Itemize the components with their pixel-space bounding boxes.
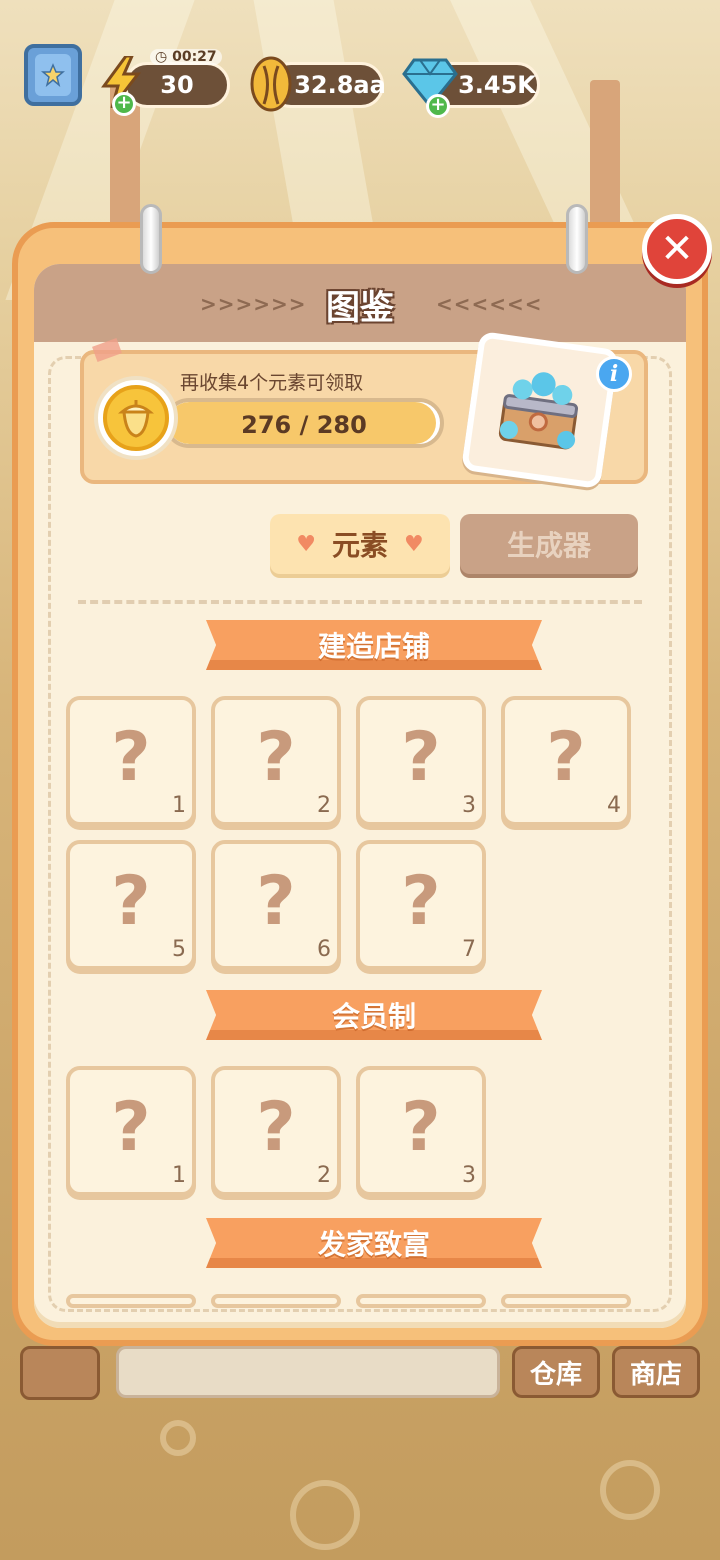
shop-label: 商店 bbox=[629, 1359, 682, 1390]
item-number: 7 bbox=[462, 937, 476, 962]
question-mark-icon: ? bbox=[401, 1088, 441, 1167]
locked-item-card[interactable]: ? 3 bbox=[356, 1066, 486, 1196]
item-number: 6 bbox=[317, 937, 331, 962]
locked-item-card[interactable]: ? 1 bbox=[66, 1066, 196, 1196]
question-mark-icon: ? bbox=[111, 862, 151, 941]
add-gems-button[interactable]: + bbox=[426, 94, 450, 118]
tab-elements-label: 元素 bbox=[331, 529, 388, 562]
shop-button[interactable]: 商店 bbox=[612, 1346, 700, 1398]
clock-icon: ◷ bbox=[155, 49, 173, 65]
category-ribbon: 发家致富 bbox=[206, 1218, 542, 1268]
category-ribbon: 建造店铺 bbox=[206, 620, 542, 670]
locked-item-card[interactable]: ? 2 bbox=[211, 1066, 341, 1196]
question-mark-icon: ? bbox=[546, 718, 586, 797]
bottom-input-slot[interactable] bbox=[116, 1346, 500, 1398]
locked-item-card[interactable] bbox=[211, 1294, 341, 1308]
panel-content: ♥ 元素 ♥ 生成器 建造店铺? 1? 2? 3? 4? 5? 6? 7 会员制? 1? 2? 3 发家… bbox=[28, 238, 692, 1338]
item-number: 1 bbox=[172, 793, 186, 818]
locked-item-card[interactable] bbox=[66, 1294, 196, 1308]
category-ribbon: 会员制 bbox=[206, 990, 542, 1040]
item-number: 5 bbox=[172, 937, 186, 962]
question-mark-icon: ? bbox=[256, 718, 296, 797]
divider bbox=[78, 600, 642, 604]
tab-elements[interactable]: ♥ 元素 ♥ bbox=[270, 514, 450, 574]
question-mark-icon: ? bbox=[111, 718, 151, 797]
locked-item-card[interactable]: ? 5 bbox=[66, 840, 196, 970]
item-number: 1 bbox=[172, 1163, 186, 1188]
heart-icon: ♥ bbox=[404, 531, 424, 557]
locked-item-card[interactable]: ? 6 bbox=[211, 840, 341, 970]
locked-item-card[interactable]: ? 2 bbox=[211, 696, 341, 826]
energy-value: 30 bbox=[160, 71, 194, 99]
question-mark-icon: ? bbox=[256, 862, 296, 941]
warehouse-button[interactable]: 仓库 bbox=[512, 1346, 600, 1398]
bottom-left-slot[interactable] bbox=[20, 1346, 100, 1400]
item-number: 2 bbox=[317, 1163, 331, 1188]
warehouse-label: 仓库 bbox=[529, 1359, 582, 1390]
item-number: 4 bbox=[607, 793, 621, 818]
item-number: 3 bbox=[462, 793, 476, 818]
item-number: 3 bbox=[462, 1163, 476, 1188]
heart-icon: ♥ bbox=[296, 531, 316, 557]
star-book-icon bbox=[35, 54, 71, 96]
question-mark-icon: ? bbox=[401, 718, 441, 797]
add-energy-button[interactable]: + bbox=[112, 92, 136, 116]
locked-item-card[interactable] bbox=[501, 1294, 631, 1308]
locked-item-card[interactable]: ? 1 bbox=[66, 696, 196, 826]
tab-generators-label: 生成器 bbox=[506, 529, 591, 562]
locked-item-card[interactable]: ? 7 bbox=[356, 840, 486, 970]
question-mark-icon: ? bbox=[256, 1088, 296, 1167]
collection-book-button[interactable] bbox=[24, 44, 82, 106]
seeds-value: 32.8aa bbox=[294, 71, 386, 99]
locked-item-card[interactable]: ? 4 bbox=[501, 696, 631, 826]
energy-timer: ◷ 00:27 bbox=[150, 49, 222, 65]
locked-item-card[interactable] bbox=[356, 1294, 486, 1308]
item-number: 2 bbox=[317, 793, 331, 818]
sunflower-seed-icon bbox=[248, 56, 294, 116]
locked-item-card[interactable]: ? 3 bbox=[356, 696, 486, 826]
question-mark-icon: ? bbox=[401, 862, 441, 941]
tab-generators[interactable]: 生成器 bbox=[460, 514, 638, 574]
question-mark-icon: ? bbox=[111, 1088, 151, 1167]
gems-value: 3.45K bbox=[458, 71, 536, 99]
